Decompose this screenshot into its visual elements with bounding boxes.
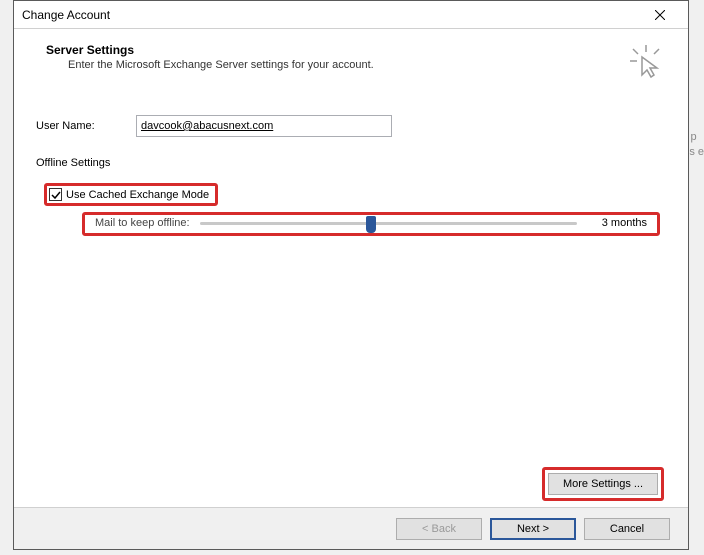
dialog-header: Server Settings Enter the Microsoft Exch…: [14, 29, 688, 91]
header-subtitle: Enter the Microsoft Exchange Server sett…: [46, 59, 628, 71]
username-input[interactable]: [136, 115, 392, 137]
cached-mode-checkbox[interactable]: [49, 188, 62, 201]
username-row: User Name:: [36, 115, 666, 137]
titlebar: Change Account: [14, 1, 688, 29]
close-button[interactable]: [640, 1, 680, 29]
cancel-button[interactable]: Cancel: [584, 518, 670, 540]
slider-label: Mail to keep offline:: [95, 217, 190, 229]
mail-offline-slider[interactable]: [200, 217, 577, 229]
more-settings-button[interactable]: More Settings ...: [548, 473, 658, 495]
cursor-click-icon: [628, 43, 664, 79]
change-account-dialog: Change Account Server Settings Enter the…: [13, 0, 689, 550]
close-icon: [655, 10, 665, 20]
cached-mode-label: Use Cached Exchange Mode: [66, 189, 209, 201]
header-title: Server Settings: [46, 43, 628, 57]
slider-thumb[interactable]: [366, 216, 376, 233]
more-settings-highlight: More Settings ...: [542, 467, 664, 501]
dialog-content: User Name: Offline Settings Use Cached E…: [14, 91, 688, 507]
offline-settings-label: Offline Settings: [36, 157, 666, 169]
slider-value: 3 months: [587, 217, 647, 229]
dialog-footer: < Back Next > Cancel: [14, 507, 688, 549]
cached-mode-highlight: Use Cached Exchange Mode: [44, 183, 218, 206]
username-label: User Name:: [36, 120, 136, 132]
back-button: < Back: [396, 518, 482, 540]
window-title: Change Account: [22, 8, 640, 22]
offline-slider-highlight: Mail to keep offline: 3 months: [82, 212, 660, 236]
next-button[interactable]: Next >: [490, 518, 576, 540]
checkmark-icon: [51, 190, 61, 200]
